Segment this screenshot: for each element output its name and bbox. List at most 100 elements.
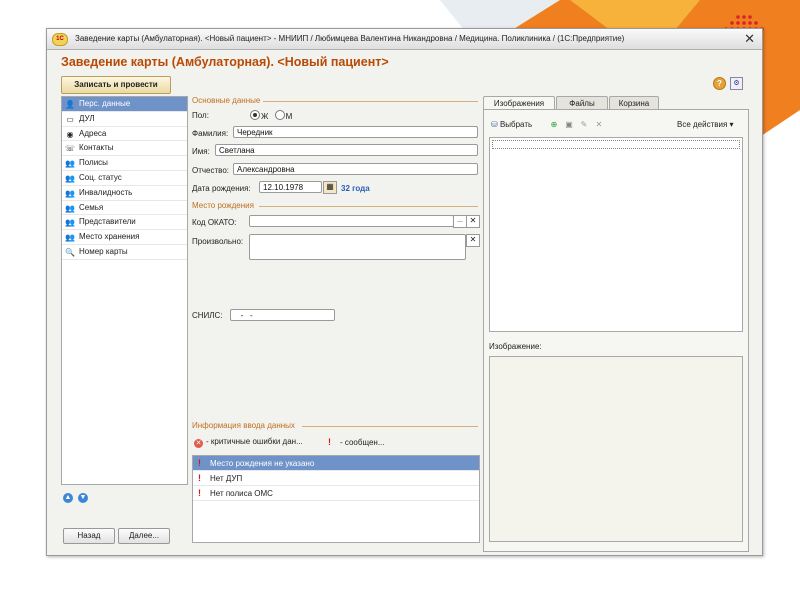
1c-logo-icon: 1С [52,33,68,46]
age-text: 32 года [341,184,370,193]
search-card-icon: 🔍 [65,247,75,257]
message-row[interactable]: ! Нет ДУП [193,471,479,486]
move-down-icon[interactable]: ▼ [78,493,88,503]
person-icon: 👤 [65,100,75,109]
sidebar-item[interactable]: 👤 Перс. данные [62,97,187,112]
surname-field[interactable]: Чередник [233,126,478,138]
choose-button[interactable]: ⛁ Выбрать [491,120,532,129]
free-birthplace-label: Произвольно: [192,237,244,246]
move-up-icon[interactable]: ▲ [63,493,73,503]
sidebar-item-label: Инвалидность [79,187,133,197]
people-icon: 👥 [65,159,75,169]
people-icon: 👥 [65,233,75,243]
message-text: Нет полиса ОМС [210,489,273,498]
message-row[interactable]: ! Место рождения не указано [193,456,479,471]
sidebar-item-label: Представители [79,217,136,227]
next-button[interactable]: Далее... [118,528,170,544]
calendar-icon[interactable]: ▦ [323,181,337,194]
okato-field[interactable] [249,215,454,227]
sidebar-item[interactable]: 👥 Соц. статус [62,171,187,186]
sidebar-item-label: Полисы [79,158,108,168]
name-field[interactable]: Светлана [215,144,478,156]
sidebar-item[interactable]: 👥 Семья [62,201,187,216]
gender-radio-group: Ж М [250,110,292,121]
sidebar-item[interactable]: ▭ ДУЛ [62,112,187,127]
images-list[interactable] [489,137,743,332]
add-icon[interactable]: ⊕ [549,120,559,130]
warning-mark-icon: ! [198,473,201,483]
help-icon[interactable]: ? [713,77,726,90]
patronymic-field[interactable]: Александровна [233,163,478,175]
document-icon: ▭ [66,114,74,124]
basic-data-group-title: Основные данные [192,96,261,105]
snils-label: СНИЛС: [192,311,223,320]
images-list-empty-row [492,140,740,149]
sidebar-item-label: Контакты [79,143,114,153]
sidebar-item-label: Адреса [79,128,107,138]
form-title: Заведение карты (Амбулаторная). <Новый п… [61,55,389,69]
sidebar-item-label: Соц. статус [79,172,122,182]
sidebar-item[interactable]: 👥 Инвалидность [62,186,187,201]
gender-male-label: М [285,112,293,121]
back-button[interactable]: Назад [63,528,115,544]
sidebar-item-label: Перс. данные [79,99,131,108]
birthplace-group-title: Место рождения [192,201,254,210]
people-icon: 👥 [65,188,75,198]
sidebar: 👤 Перс. данные ▭ ДУЛ ◉ Адреса ☏ Контакты 👥 Полисы… [61,96,188,485]
copy-icon[interactable]: ▣ [564,120,574,130]
gender-female-label: Ж [261,112,269,121]
birthdate-field[interactable]: 12.10.1978 [259,181,322,193]
sidebar-item-label: Семья [79,202,104,212]
okato-label: Код ОКАТО: [192,218,237,227]
window-title: Заведение карты (Амбулаторная). <Новый п… [75,34,625,43]
warning-mark-icon: ! [198,488,201,498]
info-group-title: Информация ввода данных [192,421,295,430]
sidebar-item-label: Место хранения [79,232,140,242]
free-birthplace-clear-icon[interactable]: ✕ [466,234,480,247]
sidebar-item[interactable]: ☏ Контакты [62,141,187,157]
okato-clear-icon[interactable]: ✕ [466,215,480,228]
surname-label: Фамилия: [192,129,229,138]
delete-icon[interactable]: ✕ [594,120,604,130]
all-actions-menu[interactable]: Все действия ▾ [677,120,734,129]
settings-icon[interactable]: ⚙ [730,77,743,90]
people-icon: 👥 [65,203,75,213]
image-label: Изображение: [489,342,542,351]
choose-label: Выбрать [499,120,533,129]
save-and-post-button[interactable]: Записать и провести [61,76,171,94]
edit-icon[interactable]: ✎ [579,120,589,130]
warning-mark-icon: ! [328,437,331,447]
free-birthplace-field[interactable] [249,234,466,260]
gender-label: Пол: [192,111,209,120]
tab-files[interactable]: Файлы [556,96,608,110]
group-divider [302,426,478,427]
image-preview [489,356,743,542]
patronymic-label: Отчество: [192,166,229,175]
name-label: Имя: [192,147,210,156]
close-icon[interactable]: ✕ [744,31,755,47]
sidebar-item[interactable]: 👥 Место хранения [62,230,187,245]
critical-errors-filter[interactable]: ✕ - критичные ошибки дан... [194,437,303,448]
app-window: 1С Заведение карты (Амбулаторная). <Новы… [46,28,763,556]
people-icon: 👥 [65,173,75,183]
people-icon: 👥 [65,218,75,228]
sidebar-item-label: Номер карты [79,246,128,256]
globe-icon: ◉ [66,129,74,139]
message-text: Нет ДУП [210,474,243,483]
gender-female-radio[interactable] [250,110,260,120]
sidebar-item[interactable]: 🔍 Номер карты [62,245,187,260]
sidebar-item[interactable]: 👥 Представители [62,215,187,231]
message-row[interactable]: ! Нет полиса ОМС [193,486,479,501]
okato-choose-button[interactable]: ... [453,215,467,228]
sidebar-item[interactable]: 👥 Полисы [62,156,187,171]
message-text: Место рождения не указано [210,459,315,468]
sidebar-item[interactable]: ◉ Адреса [62,127,187,142]
error-circle-icon: ✕ [194,439,203,448]
snils-field[interactable]: - - [230,309,335,321]
messages-filter[interactable]: ! - сообщен... [328,437,384,447]
messages-list: ! Место рождения не указано! Нет ДУП! Нет п… [192,455,480,543]
title-bar: 1С Заведение карты (Амбулаторная). <Новы… [47,29,762,50]
tab-trash[interactable]: Корзина [609,96,659,110]
warning-mark-icon: ! [198,458,201,468]
gender-male-radio[interactable] [274,110,285,120]
